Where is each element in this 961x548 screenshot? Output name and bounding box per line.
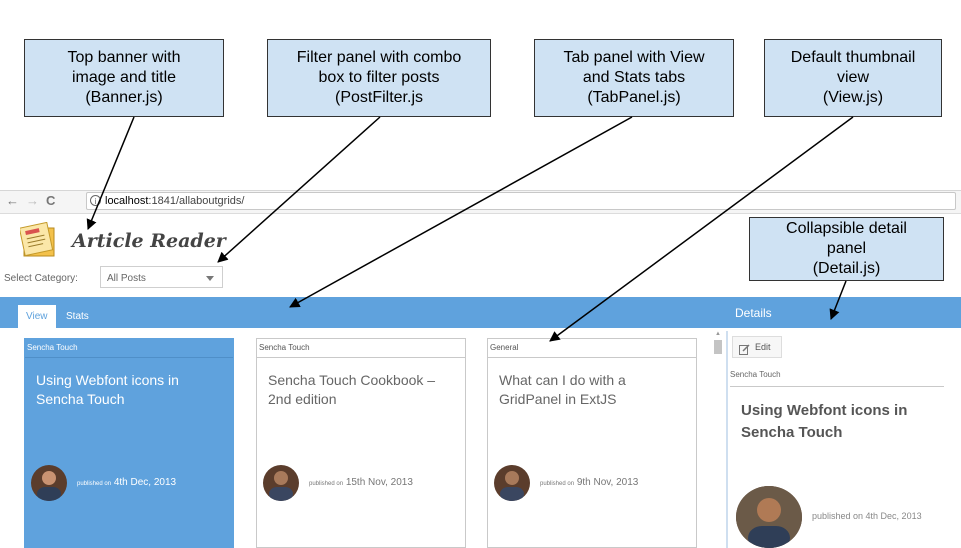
author-avatar <box>263 465 299 501</box>
chevron-down-icon[interactable] <box>206 276 214 281</box>
browser-address-bar: ← → C i localhost:1841/allaboutgrids/ <box>0 190 961 214</box>
edit-button-label: Edit <box>755 342 771 352</box>
post-card[interactable]: Sencha Touch Using Webfont icons in Senc… <box>24 338 234 548</box>
tab-view[interactable]: View <box>18 305 56 328</box>
post-card[interactable]: General What can I do with a GridPanel i… <box>487 338 697 548</box>
url-input[interactable]: i localhost:1841/allaboutgrids/ <box>86 192 956 210</box>
details-header: Details <box>735 306 772 320</box>
url-path: :1841/allaboutgrids/ <box>148 195 245 207</box>
category-selected-value: All Posts <box>107 273 146 284</box>
forward-arrow-icon[interactable]: → <box>26 193 39 208</box>
app-title: Article Reader <box>72 230 226 252</box>
edit-icon <box>739 342 750 362</box>
card-title: Using Webfont icons in Sencha Touch <box>36 372 179 407</box>
scroll-up-icon[interactable]: ▲ <box>715 331 721 337</box>
detail-title: Using Webfont icons in Sencha Touch <box>741 402 908 441</box>
detail-published: published on 4th Dec, 2013 <box>812 511 922 521</box>
card-title: Sencha Touch Cookbook – 2nd edition <box>268 372 436 407</box>
card-category: Sencha Touch <box>257 339 465 358</box>
scroll-thumb[interactable] <box>714 340 722 354</box>
callout-filter: Filter panel with combo box to filter po… <box>267 39 491 117</box>
callout-view: Default thumbnail view (View.js) <box>764 39 942 117</box>
card-title: What can I do with a GridPanel in ExtJS <box>499 372 626 407</box>
card-published: published on 9th Nov, 2013 <box>540 477 639 488</box>
callout-tabpanel: Tab panel with View and Stats tabs (TabP… <box>534 39 734 117</box>
detail-panel-divider[interactable] <box>726 331 728 548</box>
tab-strip <box>0 297 961 328</box>
card-category: Sencha Touch <box>25 339 233 358</box>
card-category: General <box>488 339 696 358</box>
callout-banner: Top banner with image and title (Banner.… <box>24 39 224 117</box>
post-card[interactable]: Sencha Touch Sencha Touch Cookbook – 2nd… <box>256 338 466 548</box>
author-avatar <box>31 465 67 501</box>
edit-button[interactable]: Edit <box>732 336 782 358</box>
reload-icon[interactable]: C <box>46 193 55 208</box>
info-icon[interactable]: i <box>90 195 101 206</box>
back-arrow-icon[interactable]: ← <box>6 193 19 208</box>
url-host: localhost <box>105 195 149 207</box>
category-label: Select Category: <box>4 273 78 284</box>
detail-category: Sencha Touch <box>730 370 781 379</box>
newspaper-icon <box>18 221 60 258</box>
view-scrollbar[interactable]: ▲ <box>713 331 723 548</box>
callout-detail: Collapsible detail panel (Detail.js) <box>749 217 944 281</box>
author-avatar <box>736 486 802 548</box>
detail-divider-line <box>730 386 944 387</box>
card-published: published on 15th Nov, 2013 <box>309 477 413 488</box>
card-published: published on 4th Dec, 2013 <box>77 477 177 488</box>
author-avatar <box>494 465 530 501</box>
tab-stats[interactable]: Stats <box>58 305 97 328</box>
category-combobox[interactable]: All Posts <box>100 266 223 288</box>
